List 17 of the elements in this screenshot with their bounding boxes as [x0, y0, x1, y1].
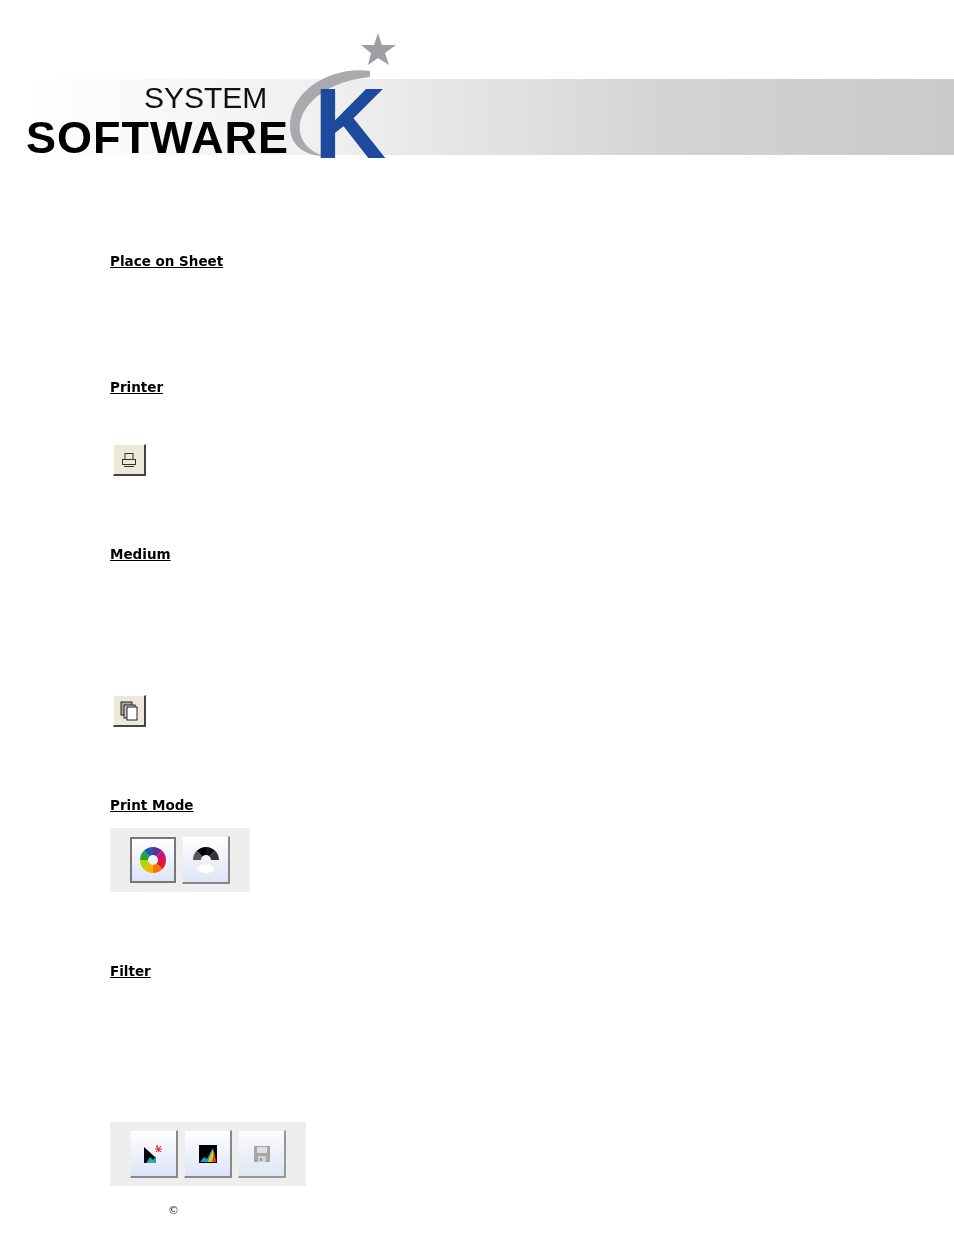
copyright-symbol: © [168, 1204, 180, 1217]
monochrome-wheel-icon [191, 845, 220, 874]
printer-icon [121, 451, 137, 468]
logo-letter: K [314, 73, 387, 173]
section-heading-link[interactable]: Medium [110, 546, 171, 562]
copies-icon [120, 700, 138, 721]
section-heading-link[interactable]: Filter [110, 963, 151, 979]
logo-text: SOFTWARE [26, 115, 289, 160]
toolbar-button[interactable] [130, 837, 176, 883]
color-wheel-icon [139, 846, 167, 874]
floppy-icon [253, 1145, 270, 1162]
section-heading-link[interactable]: Print Mode [110, 797, 194, 813]
histogram-icon [143, 1143, 164, 1164]
logo-text: SYSTEM [144, 83, 268, 113]
histogram-icon [198, 1144, 217, 1163]
section-heading-link[interactable]: Place on Sheet [110, 253, 224, 269]
section-heading-link[interactable]: Printer [110, 379, 164, 395]
